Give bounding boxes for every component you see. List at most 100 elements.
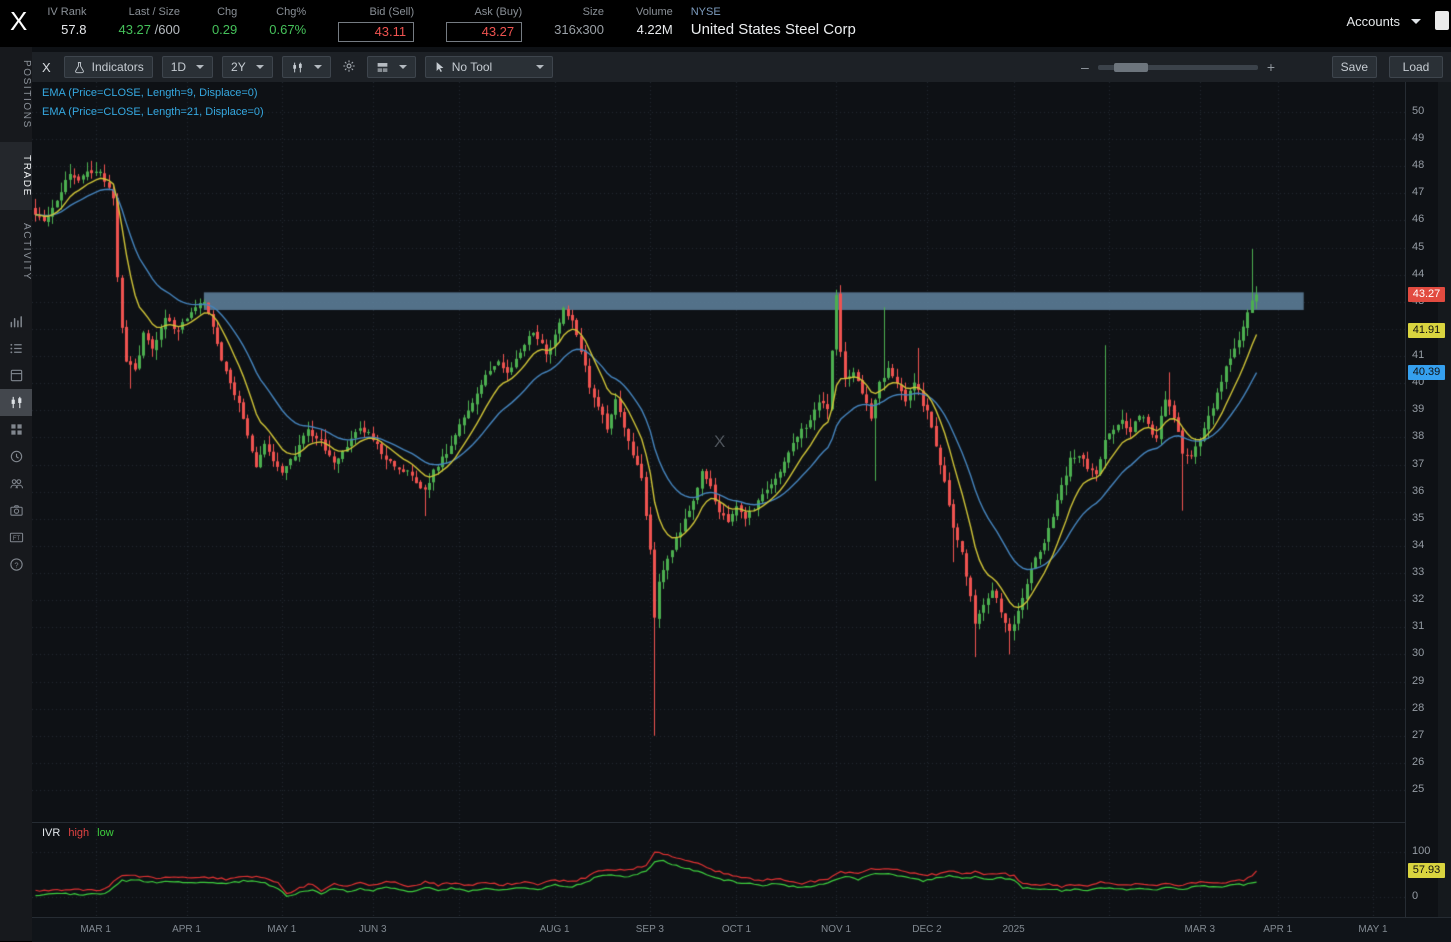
chevron-down-icon <box>399 65 407 69</box>
sidebar-tool-candles[interactable] <box>0 389 32 416</box>
time-label-mar-1: MAR 1 <box>66 924 126 935</box>
sidebar-tool-help[interactable]: ? <box>0 551 32 578</box>
price-tick-37: 37 <box>1412 458 1424 470</box>
accounts-menu[interactable]: Accounts <box>1347 14 1421 29</box>
sidebar-tool-list[interactable] <box>0 335 32 362</box>
sidebar-tool-people[interactable] <box>0 470 32 497</box>
price-tick-48: 48 <box>1412 159 1424 171</box>
price-tick-26: 26 <box>1412 756 1424 768</box>
price-axis[interactable]: 5049484746454443424140393837363534333231… <box>1405 82 1451 917</box>
indicators-label: Indicators <box>92 60 144 74</box>
chart-symbol-tab[interactable]: X <box>42 60 51 75</box>
ivr-canvas[interactable] <box>32 823 1405 916</box>
ivr-tick-0: 0 <box>1412 890 1418 902</box>
header-field-ask-buy[interactable]: Ask (Buy)43.27 <box>446 6 522 42</box>
header-field-chg: Chg 0.29 <box>212 6 237 42</box>
sidebar-tool-package[interactable] <box>0 362 32 389</box>
study-legend: EMA (Price=CLOSE, Length=9, Displace=0) … <box>42 87 264 125</box>
chevron-down-icon <box>256 65 264 69</box>
price-tick-49: 49 <box>1412 132 1424 144</box>
price-tick-29: 29 <box>1412 675 1424 687</box>
time-axis[interactable]: MAR 1APR 1MAY 1JUN 3AUG 1SEP 3OCT 1NOV 1… <box>32 917 1451 942</box>
layouts-dropdown[interactable] <box>367 56 416 78</box>
range-dropdown[interactable]: 2Y <box>222 56 273 78</box>
chart-toolbar: X Indicators 1D 2Y <box>32 52 1451 82</box>
study-label-ema9[interactable]: EMA (Price=CLOSE, Length=9, Displace=0) <box>42 87 264 99</box>
price-chart-canvas[interactable] <box>32 82 1405 822</box>
price-tick-31: 31 <box>1412 620 1424 632</box>
package-icon <box>9 368 24 383</box>
price-tick-30: 30 <box>1412 647 1424 659</box>
field-value: 0.67% <box>269 22 306 37</box>
sidebar-tool-grid[interactable] <box>0 416 32 443</box>
sidebar-tools: FT? <box>0 308 32 578</box>
field-label: Chg% <box>269 6 306 18</box>
price-tick-33: 33 <box>1412 566 1424 578</box>
list-icon <box>9 341 24 356</box>
price-tick-38: 38 <box>1412 430 1424 442</box>
layouts-icon <box>376 61 389 74</box>
drawing-tool-dropdown[interactable]: No Tool <box>425 56 553 78</box>
indicators-button[interactable]: Indicators <box>64 56 153 78</box>
tool-label: No Tool <box>452 60 492 74</box>
field-value: 4.22M <box>636 22 673 37</box>
field-value: 43.27 /600 <box>118 22 179 37</box>
right-scroll-strip[interactable] <box>1438 82 1451 917</box>
field-label: Size <box>554 6 604 18</box>
price-badge-40.39: 40.39 <box>1408 365 1445 380</box>
save-button[interactable]: Save <box>1332 56 1377 78</box>
sidebar-tab-positions[interactable]: POSITIONS <box>0 47 32 142</box>
ivr-low-label: low <box>97 827 114 839</box>
time-label-apr-1: APR 1 <box>1248 924 1308 935</box>
header-field-size: Size 316x300 <box>554 6 604 42</box>
time-label-may-1: MAY 1 <box>1343 924 1403 935</box>
chart-settings-button[interactable] <box>340 56 358 78</box>
field-label: Ask (Buy) <box>446 6 522 18</box>
titlebar-widget[interactable] <box>1435 11 1449 30</box>
svg-text:FT: FT <box>12 535 20 542</box>
field-value: 316x300 <box>554 22 604 37</box>
camera-icon <box>9 503 24 518</box>
chart-style-dropdown[interactable] <box>282 56 331 78</box>
timeframe-value: 1D <box>171 60 186 74</box>
sidebar-tool-ft[interactable]: FT <box>0 524 32 551</box>
sidebar-tool-history[interactable] <box>0 443 32 470</box>
study-label-ema21[interactable]: EMA (Price=CLOSE, Length=21, Displace=0) <box>42 106 264 118</box>
ivr-legend: IVR high low <box>42 827 114 839</box>
sidebar-tool-metrics[interactable] <box>0 308 32 335</box>
price-tick-45: 45 <box>1412 241 1424 253</box>
flask-icon <box>73 61 86 74</box>
field-label: Chg <box>212 6 237 18</box>
load-button[interactable]: Load <box>1389 56 1443 78</box>
chart-watermark: X <box>714 432 725 452</box>
header-field-bid-sell[interactable]: Bid (Sell)43.11 <box>338 6 414 42</box>
trading-app: X IV Rank57.8Last / Size43.27 /600Chg0.2… <box>0 0 1451 941</box>
sidebar-tabs: POSITIONSTRADEACTIVITY <box>0 47 32 294</box>
left-sidebar: POSITIONSTRADEACTIVITY FT? <box>0 47 32 941</box>
price-badge-41.91: 41.91 <box>1408 323 1445 338</box>
time-label-apr-1: APR 1 <box>157 924 217 935</box>
zoom-slider-handle[interactable] <box>1114 63 1148 72</box>
price-tick-46: 46 <box>1412 213 1424 225</box>
symbol-ticker: X <box>10 6 27 36</box>
price-tick-39: 39 <box>1412 403 1424 415</box>
time-label-aug-1: AUG 1 <box>525 924 585 935</box>
time-label-mar-3: MAR 3 <box>1170 924 1230 935</box>
timeframe-dropdown[interactable]: 1D <box>162 56 213 78</box>
ivr-badge: 57.93 <box>1408 863 1445 878</box>
field-value: 0.29 <box>212 22 237 37</box>
ft-icon: FT <box>9 530 24 545</box>
metrics-icon <box>9 314 24 329</box>
zoom-in-button[interactable]: + <box>1267 59 1275 75</box>
chevron-down-icon <box>196 65 204 69</box>
sidebar-tab-activity[interactable]: ACTIVITY <box>0 210 32 294</box>
time-label-nov-1: NOV 1 <box>806 924 866 935</box>
sidebar-tool-camera[interactable] <box>0 497 32 524</box>
price-tick-27: 27 <box>1412 729 1424 741</box>
sidebar-tab-trade[interactable]: TRADE <box>0 142 32 210</box>
exchange-block: NYSE United States Steel Corp <box>691 6 856 38</box>
time-label-jun-3: JUN 3 <box>343 924 403 935</box>
zoom-slider[interactable] <box>1098 65 1258 70</box>
header-fields: IV Rank57.8Last / Size43.27 /600Chg0.29C… <box>47 6 672 42</box>
zoom-out-button[interactable]: – <box>1081 59 1089 75</box>
